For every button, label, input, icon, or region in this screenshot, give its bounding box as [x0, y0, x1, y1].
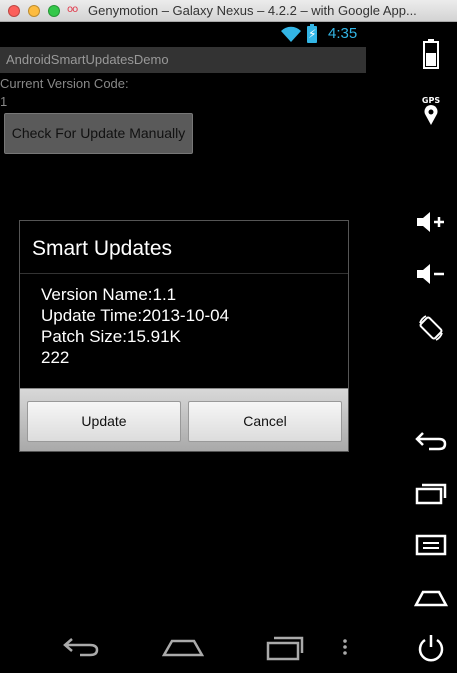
android-screen: ⚡ 4:35 AndroidSmartUpdatesDemo Current V…	[0, 22, 405, 673]
power-icon[interactable]	[405, 630, 457, 666]
volume-down-icon[interactable]	[405, 258, 457, 290]
update-button[interactable]: Update	[27, 401, 181, 442]
gps-label: GPS	[421, 95, 441, 105]
genymotion-side-panel: GPS	[405, 22, 457, 673]
minimize-window-button[interactable]	[28, 5, 40, 17]
wifi-icon	[281, 26, 301, 42]
dialog-message: Version Name:1.1 Update Time:2013-10-04 …	[41, 284, 229, 368]
side-home-icon[interactable]	[405, 584, 457, 612]
side-back-icon[interactable]	[405, 426, 457, 456]
menu-overflow-icon[interactable]	[340, 633, 350, 659]
genymotion-logo-icon: oo	[67, 4, 78, 15]
close-window-button[interactable]	[8, 5, 20, 17]
status-bar: ⚡ 4:35	[0, 22, 366, 47]
back-icon[interactable]	[62, 633, 100, 659]
maximize-window-button[interactable]	[48, 5, 60, 17]
dialog-divider	[20, 273, 348, 274]
cancel-button[interactable]: Cancel	[188, 401, 342, 442]
app-title: AndroidSmartUpdatesDemo	[6, 52, 169, 67]
update-time-line: Update Time:2013-10-04	[41, 306, 230, 325]
version-code-label: Current Version Code:	[0, 76, 129, 91]
version-code-value: 1	[0, 94, 8, 109]
smart-updates-dialog: Smart Updates Version Name:1.1 Update Ti…	[19, 220, 349, 452]
patch-size-line: Patch Size:15.91K	[41, 327, 181, 346]
version-name-line: Version Name:1.1	[41, 285, 177, 304]
window-titlebar: oo Genymotion – Galaxy Nexus – 4.2.2 – w…	[0, 0, 457, 22]
battery-icon[interactable]	[405, 36, 457, 72]
dialog-button-bar: Update Cancel	[20, 388, 348, 451]
home-icon[interactable]	[162, 633, 204, 659]
side-menu-icon[interactable]	[405, 530, 457, 560]
rotate-icon[interactable]	[405, 310, 457, 346]
extra-info-line: 222	[41, 348, 70, 367]
emulator-window: oo Genymotion – Galaxy Nexus – 4.2.2 – w…	[0, 0, 457, 673]
dialog-title: Smart Updates	[32, 237, 173, 260]
status-time: 4:35	[328, 25, 358, 42]
check-for-update-button[interactable]: Check For Update Manually	[4, 113, 193, 154]
action-bar: AndroidSmartUpdatesDemo	[0, 47, 366, 73]
gps-icon[interactable]: GPS	[405, 90, 457, 130]
volume-up-icon[interactable]	[405, 206, 457, 238]
battery-charging-icon: ⚡	[307, 24, 317, 43]
side-recent-apps-icon[interactable]	[405, 478, 457, 508]
navigation-bar	[0, 625, 405, 673]
recent-apps-icon[interactable]	[266, 633, 304, 661]
window-title: Genymotion – Galaxy Nexus – 4.2.2 – with…	[88, 3, 417, 18]
